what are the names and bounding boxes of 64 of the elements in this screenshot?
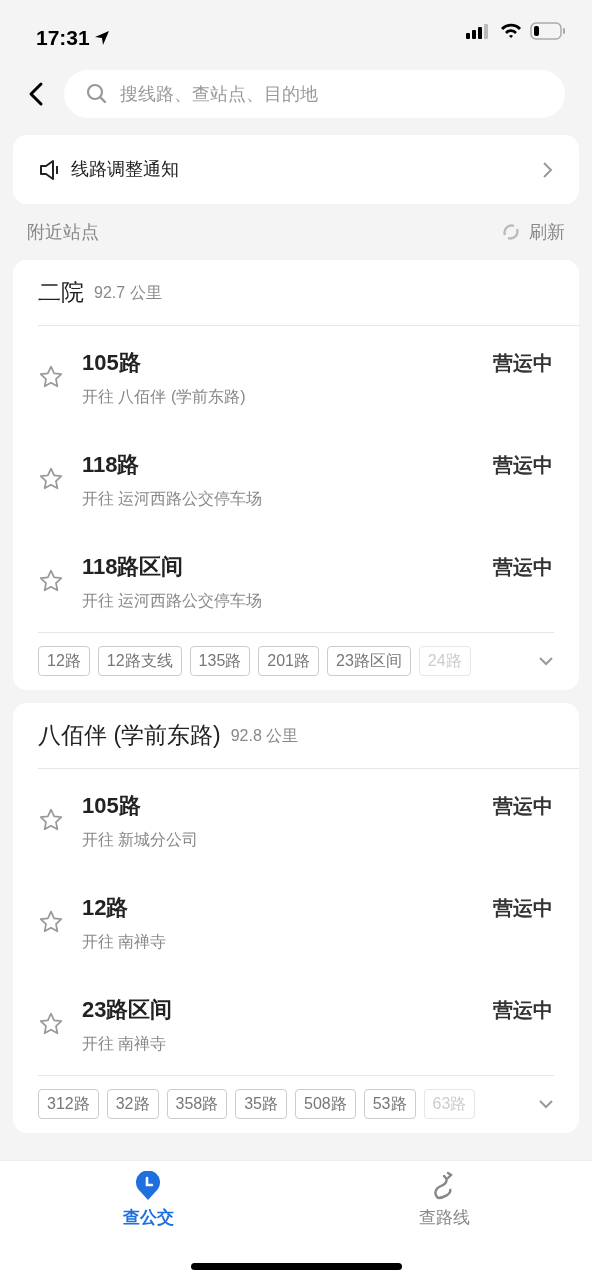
route-name: 23路区间 [82, 995, 174, 1024]
status-time: 17:31 [36, 25, 90, 51]
route-direction: 开往 运河西路公交停车场 [82, 590, 264, 611]
star-icon[interactable] [38, 364, 64, 390]
route-row[interactable]: 105路 开往 八佰伴 (学前东路) 营运中 [38, 326, 579, 428]
route-status: 营运中 [493, 896, 553, 921]
route-tag[interactable]: 312路 [38, 1088, 99, 1119]
station-distance: 92.8 公里 [230, 725, 299, 746]
chevron-down-icon[interactable] [538, 655, 554, 666]
route-direction: 开往 运河西路公交停车场 [82, 488, 264, 509]
route-direction: 开往 南禅寺 [82, 1033, 168, 1054]
battery-icon [530, 22, 566, 40]
star-icon[interactable] [38, 807, 64, 833]
location-arrow-icon [93, 29, 110, 46]
route-direction: 开往 南禅寺 [82, 931, 168, 952]
route-row[interactable]: 118路区间 开往 运河西路公交停车场 营运中 [38, 530, 579, 632]
refresh-icon [501, 222, 521, 242]
route-direction: 开往 新城分公司 [82, 829, 200, 850]
route-status: 营运中 [493, 351, 553, 376]
chevron-down-icon[interactable] [538, 1098, 554, 1109]
route-tag[interactable]: 12路 [38, 645, 90, 676]
route-row[interactable]: 23路区间 开往 南禅寺 营运中 [38, 973, 579, 1075]
refresh-button[interactable]: 刷新 [501, 218, 565, 246]
search-icon [86, 83, 108, 105]
route-tag[interactable]: 23路区间 [327, 645, 411, 676]
route-row[interactable]: 118路 开往 运河西路公交停车场 营运中 [38, 428, 579, 530]
route-direction: 开往 八佰伴 (学前东路) [82, 386, 247, 407]
route-name: 12路 [82, 893, 130, 922]
search-bar[interactable]: 搜线路、查站点、目的地 [64, 70, 565, 118]
notice-text: 线路调整通知 [71, 158, 180, 181]
clock-pin-icon [134, 1171, 162, 1201]
wifi-icon [500, 23, 522, 39]
star-icon[interactable] [38, 909, 64, 935]
route-status: 营运中 [493, 998, 553, 1023]
tab[interactable]: 查路线 [296, 1161, 592, 1280]
station-name[interactable]: 二院 [38, 275, 84, 310]
chevron-right-icon [541, 160, 553, 179]
route-tag[interactable]: 12路支线 [97, 645, 182, 676]
route-tag[interactable]: 508路 [295, 1088, 356, 1119]
route-tag[interactable]: 53路 [363, 1088, 416, 1119]
route-name: 105路 [82, 791, 142, 820]
route-tag[interactable]: 35路 [235, 1088, 287, 1119]
route-status: 营运中 [493, 555, 553, 580]
tab[interactable]: 查公交 [0, 1161, 296, 1280]
star-icon[interactable] [38, 466, 64, 492]
route-name: 105路 [82, 348, 142, 377]
route-tag[interactable]: 135路 [189, 645, 251, 676]
star-icon[interactable] [38, 568, 64, 594]
station-name[interactable]: 八佰伴 (学前东路) [38, 718, 221, 753]
route-name: 118路区间 [82, 552, 185, 581]
speaker-icon [39, 158, 61, 181]
notice-banner[interactable]: 线路调整通知 [13, 135, 579, 204]
route-tag[interactable]: 358路 [166, 1088, 228, 1119]
search-field[interactable]: 搜线路、查站点、目的地 [118, 79, 543, 109]
route-tag[interactable]: 201路 [258, 645, 319, 676]
route-status: 营运中 [493, 794, 553, 819]
route-tag[interactable]: 32路 [106, 1088, 159, 1119]
section-title: 附近站点 [27, 220, 99, 244]
star-icon[interactable] [38, 1011, 64, 1037]
route-row[interactable]: 12路 开往 南禅寺 营运中 [38, 871, 579, 973]
route-row[interactable]: 105路 开往 新城分公司 营运中 [38, 769, 579, 871]
route-name: 118路 [82, 450, 141, 479]
station-distance: 92.7 公里 [94, 282, 162, 303]
route-status: 营运中 [493, 453, 553, 478]
